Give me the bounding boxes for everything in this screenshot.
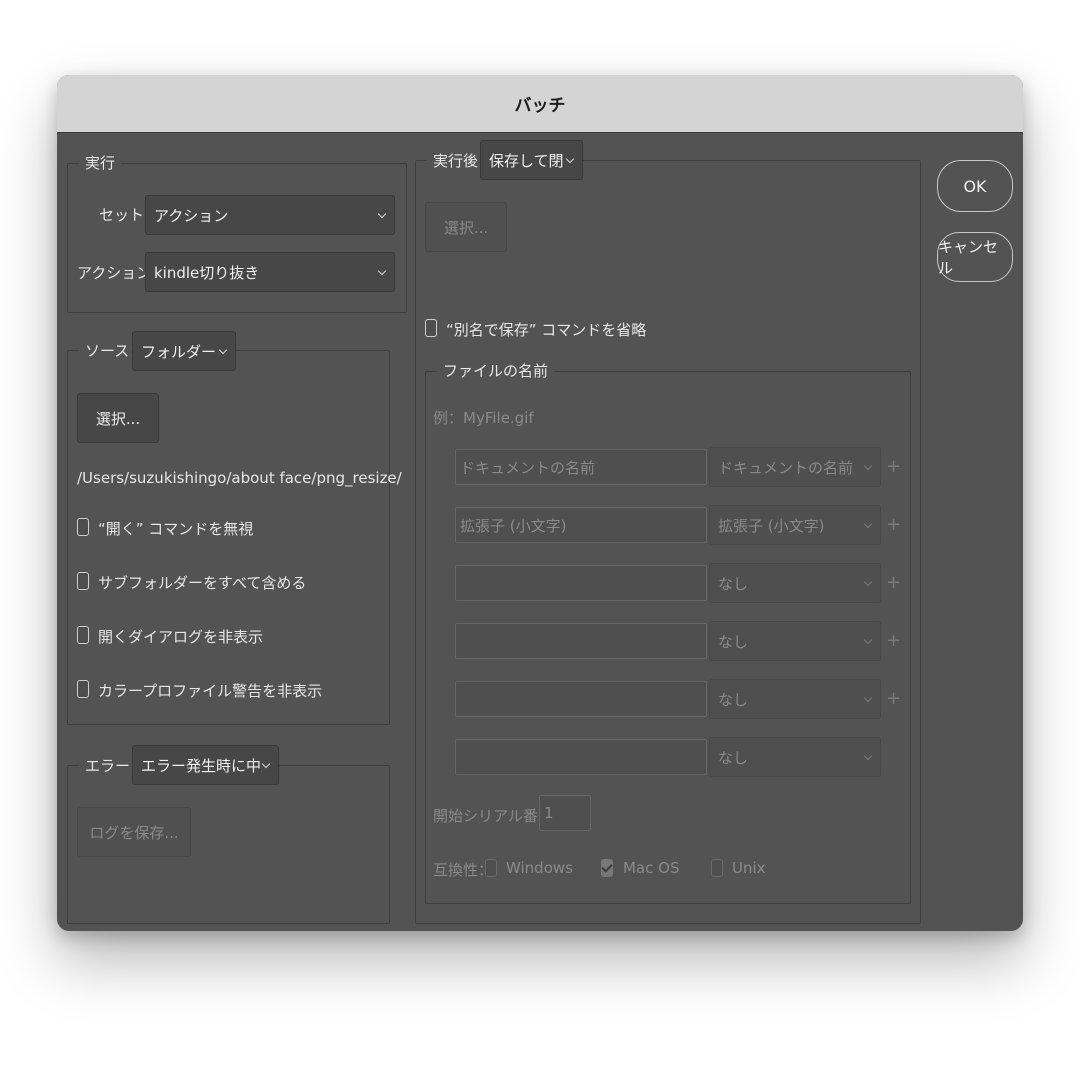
naming-select-4-value: なし bbox=[718, 632, 749, 651]
naming-select-6[interactable]: なし bbox=[709, 737, 881, 777]
include-subfolders-checkbox[interactable] bbox=[77, 572, 89, 590]
chevron-down-icon bbox=[262, 761, 270, 769]
compat-macos-checkbox[interactable] bbox=[601, 859, 613, 877]
destination-select-value: 保存して閉じる bbox=[489, 151, 566, 170]
save-log-button[interactable]: ログを保存... bbox=[77, 807, 191, 857]
add-row-icon[interactable]: + bbox=[886, 688, 901, 709]
run-legend: 実行 bbox=[79, 153, 122, 173]
compat-unix-checkbox[interactable] bbox=[711, 859, 723, 877]
add-row-icon[interactable]: + bbox=[886, 514, 901, 535]
compatibility-label: 互換性： bbox=[433, 861, 494, 879]
naming-field-2[interactable]: 拡張子 (小文字) bbox=[455, 507, 707, 543]
naming-select-3-value: なし bbox=[718, 574, 749, 593]
chevron-down-icon bbox=[864, 521, 872, 529]
naming-field-4[interactable] bbox=[455, 623, 707, 659]
naming-field-3[interactable] bbox=[455, 565, 707, 601]
naming-select-4[interactable]: なし bbox=[709, 621, 881, 661]
suppress-color-warning-label: カラープロファイル警告を非表示 bbox=[98, 682, 323, 700]
naming-select-6-value: なし bbox=[718, 748, 749, 767]
chevron-down-icon bbox=[864, 579, 872, 587]
ignore-open-checkbox[interactable] bbox=[77, 518, 89, 536]
naming-select-1-value: ドキュメントの名前 bbox=[718, 458, 854, 477]
source-path: /Users/suzukishingo/about face/png_resiz… bbox=[77, 469, 402, 487]
destination-choose-button[interactable]: 選択... bbox=[425, 202, 507, 252]
chevron-down-icon bbox=[378, 268, 386, 276]
ok-button[interactable]: OK bbox=[937, 160, 1013, 212]
compat-macos-label: Mac OS bbox=[623, 859, 680, 877]
cancel-button[interactable]: キャンセル bbox=[937, 232, 1013, 282]
error-select-value: エラー発生時に中止 bbox=[141, 756, 262, 775]
chevron-down-icon bbox=[864, 637, 872, 645]
include-subfolders-label: サブフォルダーをすべて含める bbox=[98, 574, 307, 592]
ignore-open-label: “開く” コマンドを無視 bbox=[98, 520, 254, 538]
source-choose-button[interactable]: 選択... bbox=[77, 393, 159, 443]
suppress-open-dialog-label: 開くダイアログを非表示 bbox=[98, 628, 264, 646]
compat-windows-label: Windows bbox=[506, 859, 573, 877]
naming-select-3[interactable]: なし bbox=[709, 563, 881, 603]
file-naming-example: 例：MyFile.gif bbox=[433, 409, 534, 427]
set-select[interactable]: アクション bbox=[145, 195, 395, 235]
source-select[interactable]: フォルダー bbox=[132, 331, 236, 371]
chevron-down-icon bbox=[378, 211, 386, 219]
chevron-down-icon bbox=[566, 156, 574, 164]
naming-field-1[interactable]: ドキュメントの名前 bbox=[455, 449, 707, 485]
destination-select[interactable]: 保存して閉じる bbox=[480, 140, 583, 180]
chevron-down-icon bbox=[864, 753, 872, 761]
compat-windows-checkbox[interactable] bbox=[485, 859, 497, 877]
window-title: バッチ bbox=[514, 96, 566, 116]
override-save-as-label: “別名で保存” コマンドを省略 bbox=[446, 321, 647, 339]
naming-select-5-value: なし bbox=[718, 690, 749, 709]
chevron-down-icon bbox=[864, 695, 872, 703]
override-save-as-checkbox[interactable] bbox=[425, 319, 437, 337]
source-select-value: フォルダー bbox=[141, 342, 217, 361]
suppress-open-dialog-checkbox[interactable] bbox=[77, 626, 89, 644]
title-bar[interactable]: バッチ bbox=[57, 75, 1023, 133]
serial-number-input[interactable]: 1 bbox=[539, 795, 591, 831]
chevron-down-icon bbox=[219, 347, 227, 355]
action-select-value: kindle切り抜き bbox=[154, 263, 260, 282]
naming-select-2[interactable]: 拡張子 (小文字) bbox=[709, 505, 881, 545]
naming-select-2-value: 拡張子 (小文字) bbox=[718, 516, 825, 535]
compat-unix-label: Unix bbox=[732, 859, 766, 877]
add-row-icon[interactable]: + bbox=[886, 572, 901, 593]
naming-field-5[interactable] bbox=[455, 681, 707, 717]
suppress-color-warning-checkbox[interactable] bbox=[77, 680, 89, 698]
file-naming-legend: ファイルの名前 bbox=[437, 361, 555, 381]
add-row-icon[interactable]: + bbox=[886, 630, 901, 651]
batch-dialog: バッチ 実行 セット： アクション アクション： kindle切り抜き ソース：… bbox=[57, 75, 1023, 931]
action-select[interactable]: kindle切り抜き bbox=[145, 252, 395, 292]
chevron-down-icon bbox=[864, 463, 872, 471]
set-select-value: アクション bbox=[154, 206, 229, 225]
naming-select-1[interactable]: ドキュメントの名前 bbox=[709, 447, 881, 487]
error-select[interactable]: エラー発生時に中止 bbox=[132, 745, 279, 785]
naming-field-6[interactable] bbox=[455, 739, 707, 775]
naming-select-5[interactable]: なし bbox=[709, 679, 881, 719]
add-row-icon[interactable]: + bbox=[886, 456, 901, 477]
